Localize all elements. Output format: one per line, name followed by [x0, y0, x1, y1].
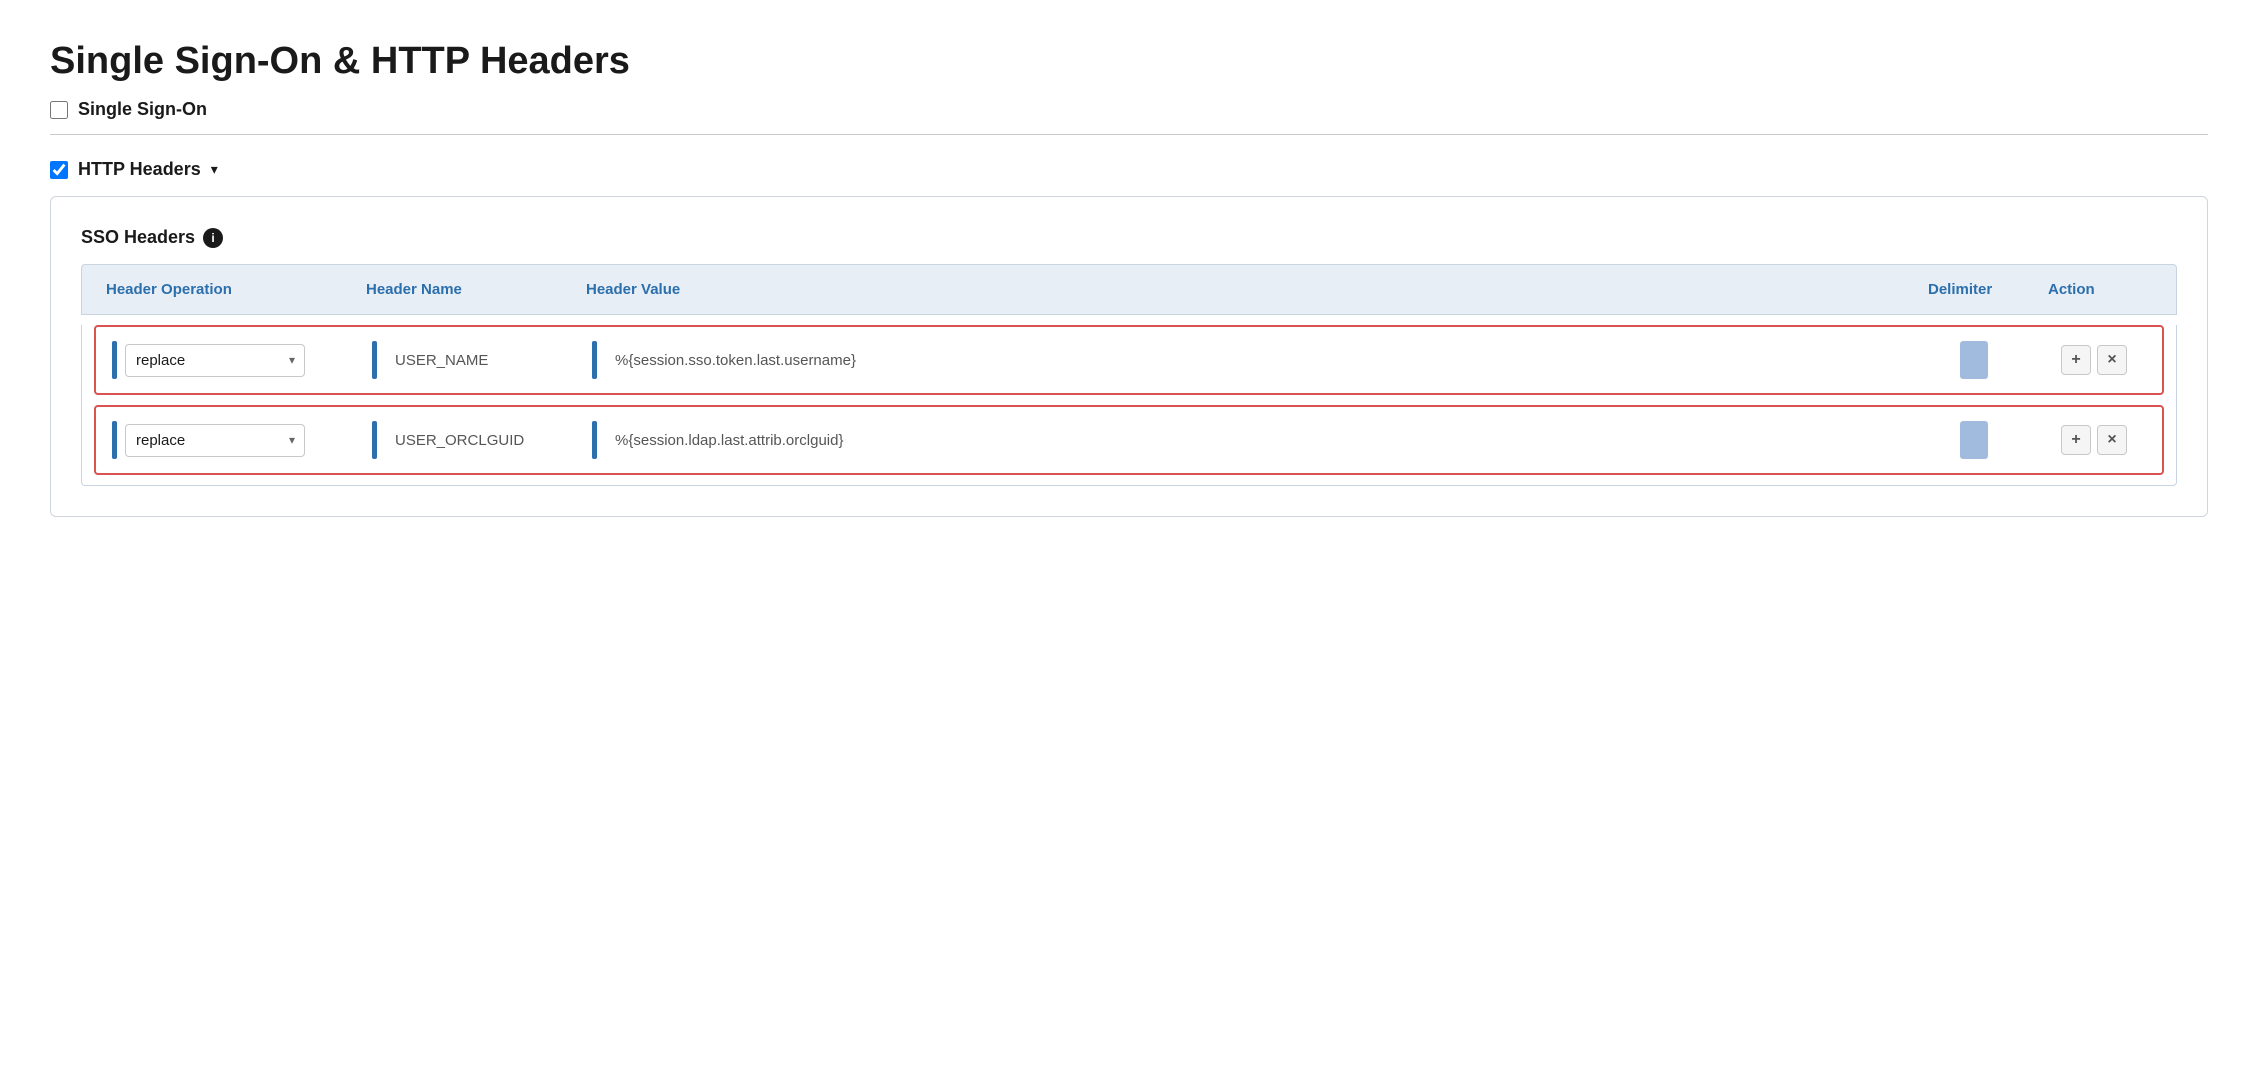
- row1-operation-select[interactable]: replace insert remove: [125, 344, 305, 377]
- row2-remove-button[interactable]: ×: [2097, 425, 2127, 455]
- row2-operation-cell: replace insert remove ▾: [104, 417, 364, 463]
- page-title: Single Sign-On & HTTP Headers: [50, 40, 2208, 83]
- row2-select-wrapper: replace insert remove ▾: [125, 424, 305, 457]
- row1-remove-button[interactable]: ×: [2097, 345, 2127, 375]
- table-row: replace insert remove ▾: [94, 405, 2164, 475]
- row1-value-cell: [584, 337, 1914, 383]
- http-headers-label: HTTP Headers: [78, 159, 201, 180]
- row2-add-button[interactable]: +: [2061, 425, 2091, 455]
- row2-name-cell: [364, 417, 584, 463]
- section-divider: [50, 134, 2208, 135]
- row1-delimiter-bar: [1960, 341, 1988, 379]
- row2-delimiter-cell: [1914, 417, 2034, 463]
- http-headers-section: HTTP Headers ▾: [50, 159, 2208, 180]
- row1-header-name-input[interactable]: [385, 345, 576, 376]
- table-header: Header Operation Header Name Header Valu…: [81, 264, 2177, 315]
- sso-headers-table: Header Operation Header Name Header Valu…: [81, 264, 2177, 486]
- row1-blue-bar: [112, 341, 117, 379]
- row1-name-blue-bar: [372, 341, 377, 379]
- row2-blue-bar: [112, 421, 117, 459]
- row2-delimiter-bar: [1960, 421, 1988, 459]
- row2-value-cell: [584, 417, 1914, 463]
- row1-name-cell: [364, 337, 584, 383]
- headers-panel: SSO Headers i Header Operation Header Na…: [50, 196, 2208, 517]
- http-headers-checkbox[interactable]: [50, 161, 68, 179]
- row1-value-blue-bar: [592, 341, 597, 379]
- col-header-name: Header Name: [358, 277, 578, 302]
- sso-section: Single Sign-On: [50, 99, 2208, 120]
- table-body: replace insert remove ▾: [81, 325, 2177, 486]
- sso-headers-label: SSO Headers: [81, 227, 195, 248]
- sso-label: Single Sign-On: [78, 99, 207, 120]
- chevron-down-icon[interactable]: ▾: [211, 161, 218, 178]
- col-header-delimiter: Delimiter: [1920, 277, 2040, 302]
- row1-action-cell: + ×: [2034, 341, 2154, 379]
- row2-operation-select[interactable]: replace insert remove: [125, 424, 305, 457]
- table-row: replace insert remove ▾: [94, 325, 2164, 395]
- row2-value-blue-bar: [592, 421, 597, 459]
- row2-header-name-input[interactable]: [385, 425, 576, 456]
- info-icon[interactable]: i: [203, 228, 223, 248]
- row1-add-button[interactable]: +: [2061, 345, 2091, 375]
- col-header-operation: Header Operation: [98, 277, 358, 302]
- row1-delimiter-cell: [1914, 337, 2034, 383]
- row2-header-value-input[interactable]: [605, 425, 1906, 456]
- col-header-value: Header Value: [578, 277, 1920, 302]
- sso-headers-title: SSO Headers i: [81, 227, 2177, 248]
- row1-header-value-input[interactable]: [605, 345, 1906, 376]
- row2-action-cell: + ×: [2034, 421, 2154, 459]
- sso-checkbox[interactable]: [50, 101, 68, 119]
- col-header-action: Action: [2040, 277, 2160, 302]
- row2-name-blue-bar: [372, 421, 377, 459]
- row1-select-wrapper: replace insert remove ▾: [125, 344, 305, 377]
- row1-operation-cell: replace insert remove ▾: [104, 337, 364, 383]
